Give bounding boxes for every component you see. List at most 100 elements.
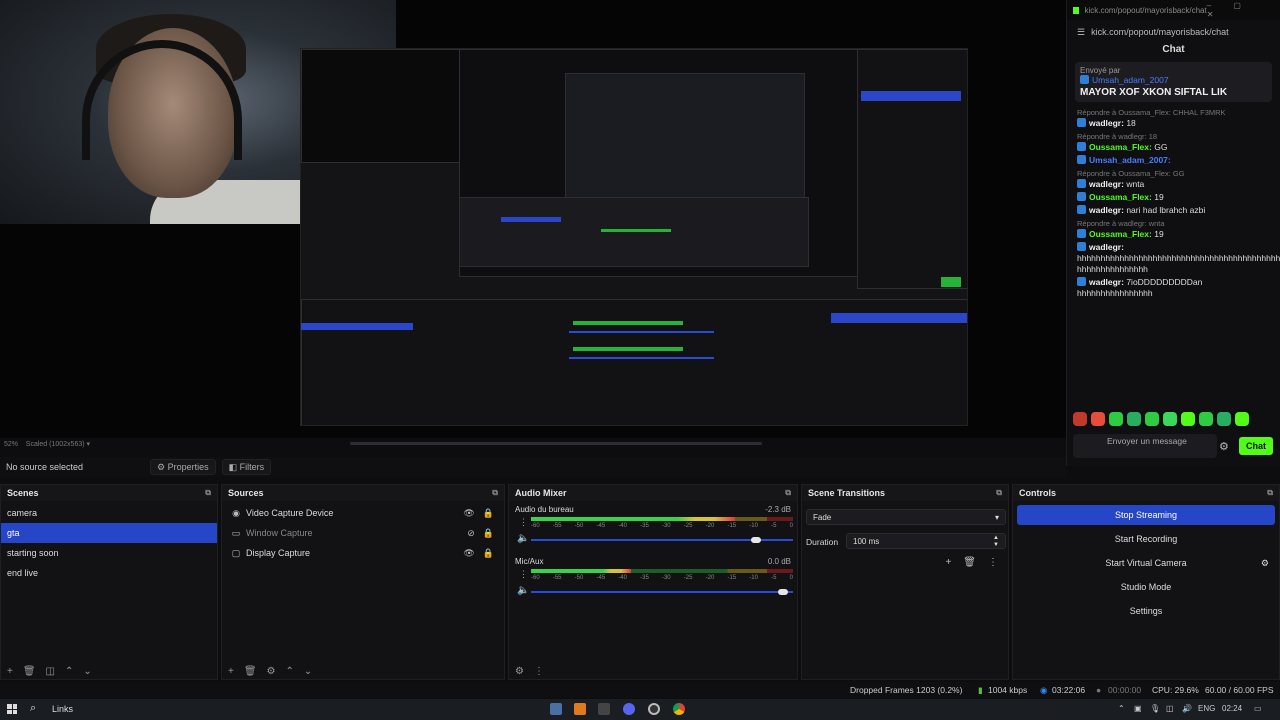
chat-message[interactable]: wadlegr: 7ioDDDDDDDDDan hhhhhhhhhhhhhhhh <box>1067 276 1280 300</box>
chrome-icon[interactable] <box>673 703 685 715</box>
volume-knob[interactable] <box>751 537 762 543</box>
emote-bar[interactable] <box>1073 412 1249 426</box>
obs-preview[interactable]: 52% Scaled (1002x563) ▾ <box>0 0 1066 448</box>
undock-icon[interactable]: ⧉ <box>996 488 1002 498</box>
chat-settings-icon[interactable]: ⚙ <box>1219 440 1229 453</box>
emote-icon[interactable] <box>1163 412 1177 426</box>
emote-icon[interactable] <box>1127 412 1141 426</box>
tray-mic-icon[interactable]: 🎙 <box>1150 704 1160 713</box>
search-icon[interactable]: ⌕ <box>30 702 36 715</box>
chat-username[interactable]: Oussama_Flex: <box>1089 142 1152 152</box>
speaker-icon[interactable]: 🔈 <box>517 533 529 544</box>
gear-icon[interactable]: ⚙ <box>1261 553 1269 573</box>
chat-username[interactable]: wadlegr: <box>1089 242 1124 252</box>
transition-select[interactable]: Fade ▾ <box>806 509 1006 525</box>
notification-icon[interactable]: ▭ <box>1254 704 1262 713</box>
chat-message[interactable]: wadlegr: nari had lbrahch azbi <box>1067 204 1280 217</box>
trash-icon[interactable]: 🗑 <box>23 666 36 677</box>
properties-button[interactable]: ⚙ Properties <box>150 459 216 475</box>
source-item[interactable]: ◉ Video Capture Device 👁 🔒 <box>222 503 504 523</box>
lock-icon[interactable]: 🔒 <box>483 508 494 519</box>
chat-username[interactable]: wadlegr: <box>1089 277 1124 287</box>
emote-icon[interactable] <box>1073 412 1087 426</box>
stepper-icon[interactable]: ▲ ▼ <box>993 535 999 549</box>
keyboard-app-icon[interactable] <box>550 703 562 715</box>
trash-icon[interactable]: 🗑 <box>244 666 257 677</box>
start-recording-button[interactable]: Start Recording <box>1017 529 1275 549</box>
gear-icon[interactable]: ⚙ <box>267 666 276 677</box>
filters-button[interactable]: ◧ Filters <box>221 459 272 475</box>
gear-icon[interactable]: ⚙ <box>515 666 524 677</box>
lock-icon[interactable]: 🔒 <box>483 528 494 539</box>
undock-icon[interactable]: ⧉ <box>492 488 498 498</box>
scene-item[interactable]: end live <box>1 563 217 583</box>
source-item[interactable]: ▭ Window Capture ⊘ 🔒 <box>222 523 504 543</box>
tray-chevron-icon[interactable]: ⌃ <box>1118 704 1125 713</box>
file-explorer-icon[interactable] <box>574 703 586 715</box>
undock-icon[interactable]: ⧉ <box>785 488 791 498</box>
chat-message[interactable]: Répondre à Oussama_Flex: GG wadlegr: wnta <box>1067 167 1280 191</box>
site-info-icon[interactable]: ☰ <box>1077 27 1085 38</box>
trash-icon[interactable]: 🗑 <box>963 557 976 568</box>
emote-icon[interactable] <box>1217 412 1231 426</box>
duration-input[interactable]: 100 ms ▲ ▼ <box>846 533 1006 549</box>
scene-item[interactable]: gta <box>1 523 217 543</box>
chat-message[interactable]: Répondre à Oussama_Flex: CHHAL F3MRK wadl… <box>1067 106 1280 130</box>
source-item[interactable]: ▢ Display Capture 👁 🔒 <box>222 543 504 563</box>
studio-mode-button[interactable]: Studio Mode <box>1017 577 1275 597</box>
tray-language[interactable]: ENG <box>1198 704 1215 713</box>
obs-icon[interactable] <box>648 703 660 715</box>
calculator-icon[interactable] <box>598 703 610 715</box>
lock-icon[interactable]: 🔒 <box>483 548 494 559</box>
chat-username[interactable]: wadlegr: <box>1089 205 1124 215</box>
chat-urlbar[interactable]: ☰ kick.com/popout/mayorisback/chat <box>1067 20 1280 44</box>
add-icon[interactable]: + <box>945 557 951 568</box>
scene-item[interactable]: camera <box>1 503 217 523</box>
pinned-user[interactable]: Umsah_adam_2007 <box>1092 75 1169 85</box>
channel-options-icon[interactable]: ⋮ <box>519 569 528 580</box>
more-icon[interactable]: ⋮ <box>534 666 544 677</box>
tray-clock[interactable]: 02:24 <box>1222 704 1242 713</box>
emote-icon[interactable] <box>1199 412 1213 426</box>
settings-button[interactable]: Settings <box>1017 601 1275 621</box>
undock-icon[interactable]: ⧉ <box>1267 488 1273 498</box>
chat-message[interactable]: Umsah_adam_2007: <box>1067 154 1280 167</box>
speaker-icon[interactable]: 🔈 <box>517 585 529 596</box>
filter-icon[interactable]: ◫ <box>46 666 55 677</box>
chat-username[interactable]: Oussama_Flex: <box>1089 192 1152 202</box>
add-icon[interactable]: + <box>7 666 13 677</box>
tray-app-icon[interactable]: ▣ <box>1134 704 1142 713</box>
chat-message[interactable]: Répondre à wadlegr: wnta Oussama_Flex: 19 <box>1067 217 1280 241</box>
tray-volume-icon[interactable]: 🔊 <box>1182 704 1192 713</box>
stop-streaming-button[interactable]: Stop Streaming <box>1017 505 1275 525</box>
channel-options-icon[interactable]: ⋮ <box>519 517 528 528</box>
chat-username[interactable]: Oussama_Flex: <box>1089 229 1152 239</box>
tray-network-icon[interactable]: ◫ <box>1166 704 1174 713</box>
discord-icon[interactable] <box>623 703 635 715</box>
eye-hidden-icon[interactable]: ⊘ <box>467 528 475 539</box>
emote-icon[interactable] <box>1235 412 1249 426</box>
chat-username[interactable]: wadlegr: <box>1089 118 1124 128</box>
chat-message[interactable]: Répondre à wadlegr: 18 Oussama_Flex: GG <box>1067 130 1280 154</box>
down-icon[interactable]: ⌄ <box>83 666 91 677</box>
emote-icon[interactable] <box>1181 412 1195 426</box>
chat-message[interactable]: wadlegr: hhhhhhhhhhhhhhhhhhhhhhhhhhhhhhh… <box>1067 241 1280 276</box>
preview-zoom[interactable]: 52% Scaled (1002x563) ▾ <box>4 440 90 448</box>
preview-scrollbar[interactable] <box>350 442 762 445</box>
chat-messages[interactable]: Répondre à Oussama_Flex: CHHAL F3MRK wadl… <box>1067 106 1280 300</box>
undock-icon[interactable]: ⧉ <box>205 488 211 498</box>
window-controls[interactable]: – ▢ ✕ <box>1207 1 1274 19</box>
chat-url[interactable]: kick.com/popout/mayorisback/chat <box>1091 27 1229 37</box>
eye-icon[interactable]: 👁 <box>463 508 474 519</box>
chat-send-button[interactable]: Chat <box>1239 437 1273 455</box>
add-icon[interactable]: + <box>228 666 234 677</box>
chat-message-input[interactable]: Envoyer un message <box>1073 434 1217 458</box>
taskbar-search-label[interactable]: Links <box>52 704 73 714</box>
more-icon[interactable]: ⋮ <box>988 557 998 568</box>
chat-username[interactable]: Umsah_adam_2007: <box>1089 155 1171 165</box>
pinned-message[interactable]: Envoyé par Umsah_adam_2007 MAYOR XOF XKO… <box>1075 62 1272 102</box>
eye-icon[interactable]: 👁 <box>463 548 474 559</box>
down-icon[interactable]: ⌄ <box>304 666 312 677</box>
up-icon[interactable]: ⌃ <box>286 666 294 677</box>
volume-knob[interactable] <box>777 589 788 595</box>
